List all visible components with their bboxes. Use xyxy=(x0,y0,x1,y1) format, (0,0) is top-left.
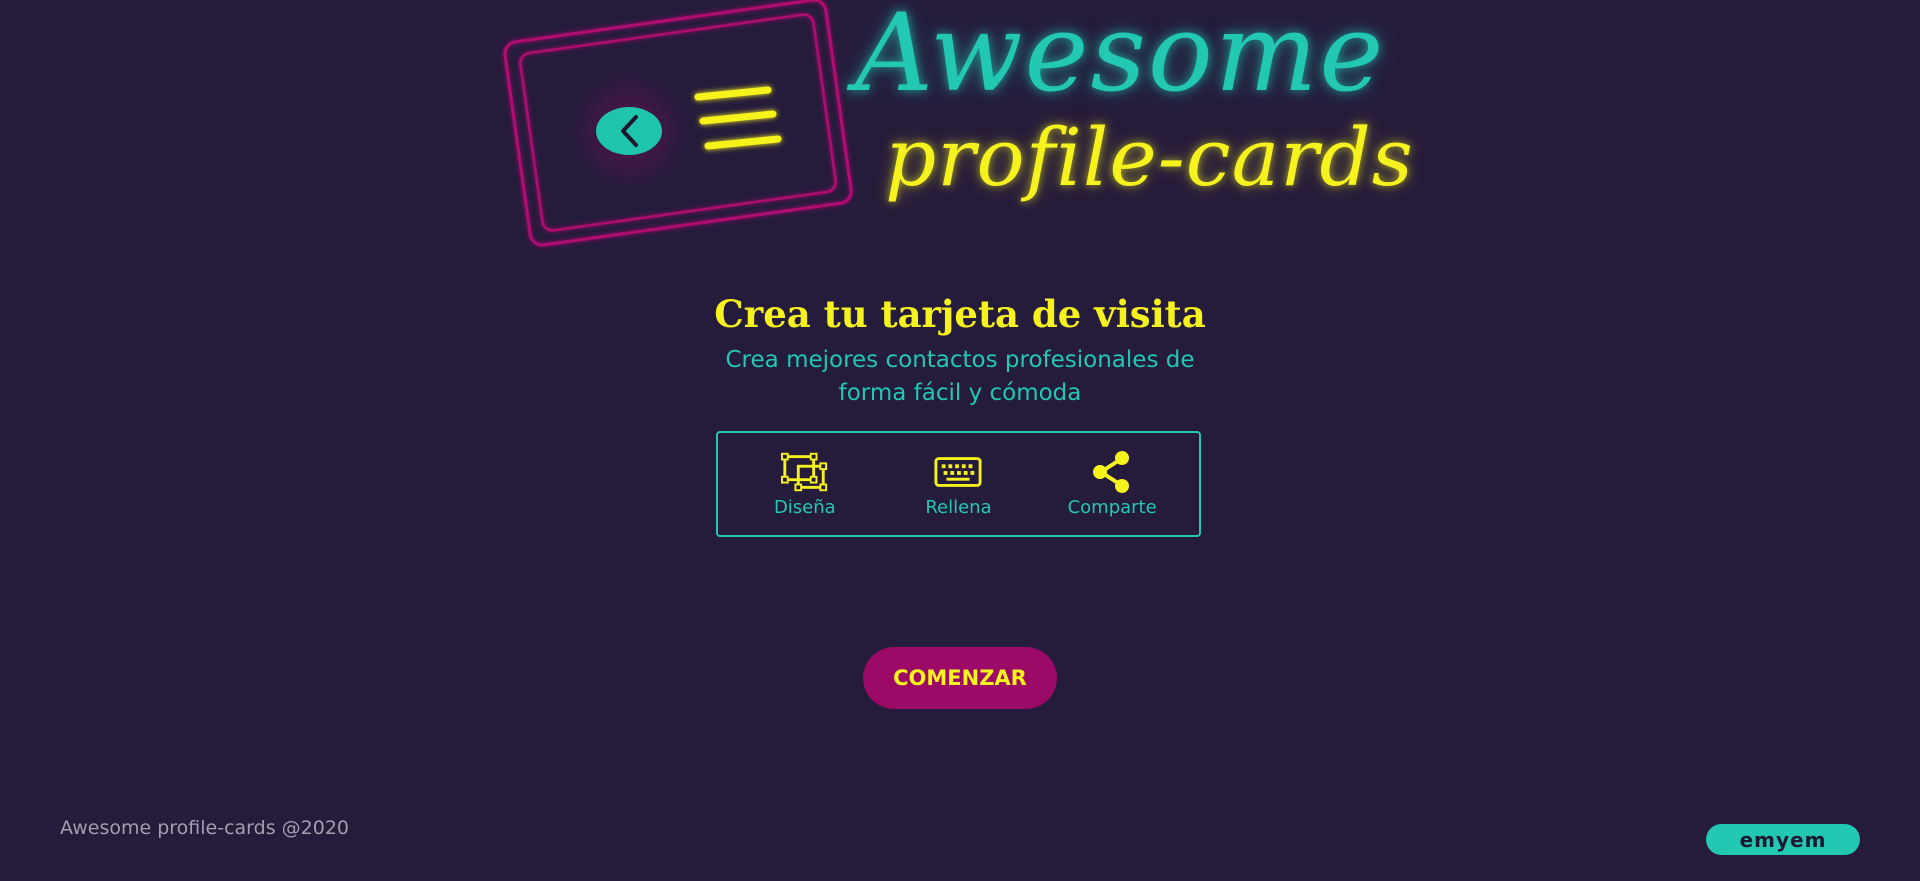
step-label-share: Comparte xyxy=(1067,496,1157,518)
logo-word-awesome: Awesome xyxy=(855,0,1386,116)
intro-section: Crea tu tarjeta de visita Crea mejores c… xyxy=(660,286,1260,410)
step-share: Comparte xyxy=(1042,450,1182,518)
start-button[interactable]: COMENZAR xyxy=(863,647,1057,709)
step-design: Diseña xyxy=(735,451,875,518)
step-label-design: Diseña xyxy=(773,496,836,518)
footer-brand-badge[interactable]: emyem xyxy=(1706,824,1860,855)
steps-box: Diseña Rellena Comparte xyxy=(716,431,1201,537)
footer-copyright: Awesome profile-cards @2020 xyxy=(60,817,350,839)
design-frame-icon xyxy=(780,451,829,493)
logo-word-profile-cards: profile-cards xyxy=(885,111,1414,204)
page-title: Crea tu tarjeta de visita xyxy=(714,292,1206,336)
keyboard-icon xyxy=(934,451,983,493)
logo-title: Awesome profile-cards xyxy=(850,0,1413,240)
page-subtitle: Crea mejores contactos profesionales de … xyxy=(725,347,1195,406)
share-icon xyxy=(1088,450,1136,493)
step-fill: Rellena xyxy=(888,451,1028,518)
landing-page: Awesome profile-cards Crea tu tarjeta de… xyxy=(0,0,1920,881)
app-logo: Awesome profile-cards xyxy=(500,0,1420,250)
step-label-fill: Rellena xyxy=(925,496,992,518)
